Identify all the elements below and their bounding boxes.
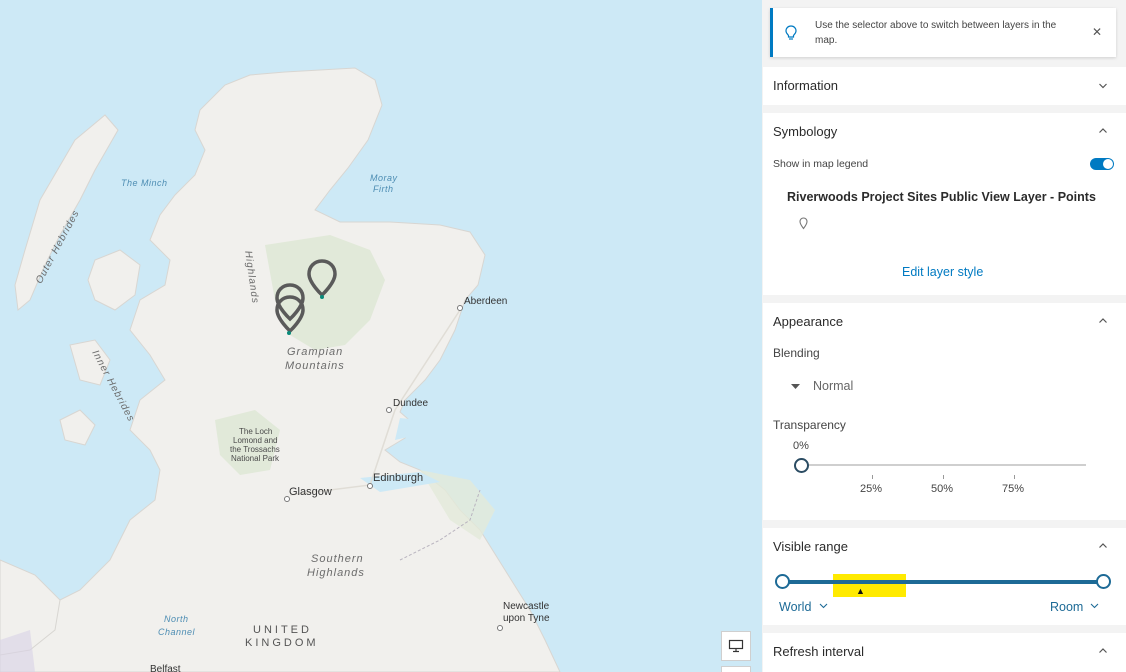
- transparency-value: 0%: [793, 440, 809, 452]
- tip-notice-text: Use the selector above to switch between…: [815, 20, 1057, 46]
- city-label-glasgow: Glasgow: [289, 486, 332, 498]
- water-label-north-channel-2: Channel: [158, 627, 196, 637]
- slider-tick: [872, 475, 873, 479]
- current-scale-highlight: [833, 574, 906, 597]
- city-label-aberdeen: Aberdeen: [464, 296, 508, 307]
- city-dot-newcastle: [497, 625, 503, 631]
- blending-value: Normal: [813, 379, 854, 393]
- water-label-moray-2: Firth: [373, 184, 394, 194]
- chevron-down-icon[interactable]: [1098, 81, 1108, 91]
- range-min-select[interactable]: World: [779, 600, 839, 618]
- transparency-slider-thumb[interactable]: [794, 458, 809, 473]
- section-refresh-interval: Refresh interval: [763, 633, 1126, 672]
- blending-label: Blending: [773, 346, 820, 360]
- city-label-edinburgh: Edinburgh: [373, 472, 424, 484]
- region-label-grampian-2: Mountains: [285, 360, 345, 372]
- point-symbol-icon: [799, 217, 808, 230]
- chevron-up-icon[interactable]: [1098, 541, 1108, 551]
- slider-tick: [943, 475, 944, 479]
- city-label-newcastle-1: Newcastle: [503, 601, 550, 612]
- chevron-down-icon: [1090, 603, 1099, 609]
- close-icon[interactable]: ✕: [1092, 26, 1102, 38]
- map-marker-pin[interactable]: [307, 259, 337, 299]
- map-extra-button[interactable]: [721, 666, 751, 672]
- chevron-up-icon[interactable]: [1098, 646, 1108, 656]
- transparency-label: Transparency: [773, 418, 846, 432]
- park-label-4: National Park: [231, 454, 280, 463]
- range-max-thumb[interactable]: [1096, 574, 1111, 589]
- current-scale-indicator-icon: ▲: [856, 586, 865, 596]
- monitor-icon: [728, 639, 744, 653]
- park-label-1: The Loch: [239, 427, 273, 436]
- section-information[interactable]: Information: [763, 67, 1126, 105]
- range-min-label: World: [779, 600, 812, 614]
- park-label-3: the Trossachs: [230, 445, 280, 454]
- edit-layer-style-link[interactable]: Edit layer style: [902, 265, 983, 279]
- layer-title: Riverwoods Project Sites Public View Lay…: [787, 190, 1096, 204]
- range-max-select[interactable]: Room: [1050, 600, 1110, 618]
- caret-down-icon: [791, 384, 800, 389]
- city-label-newcastle-2: upon Tyne: [503, 613, 550, 624]
- region-label-grampian-1: Grampian: [287, 346, 344, 358]
- section-title-appearance: Appearance: [773, 314, 844, 329]
- blending-select[interactable]: Normal: [789, 378, 909, 396]
- city-dot-dundee: [386, 407, 392, 413]
- transparency-slider-track[interactable]: [801, 464, 1086, 466]
- map-screen-button[interactable]: [721, 631, 751, 661]
- section-title-visible-range: Visible range: [773, 539, 848, 554]
- water-label-north-channel-1: North: [164, 614, 189, 624]
- tick-label-25: 25%: [860, 483, 883, 495]
- visible-range-track[interactable]: [782, 580, 1104, 584]
- city-label-belfast: Belfast: [150, 664, 181, 672]
- range-max-label: Room: [1050, 600, 1084, 614]
- map-view[interactable]: The Minch Moray Firth North Channel Oute…: [0, 0, 762, 672]
- country-label-united: UNITED: [253, 624, 312, 636]
- show-legend-toggle[interactable]: [1090, 158, 1114, 170]
- region-label-southern-2: Highlands: [307, 567, 365, 579]
- chevron-up-icon[interactable]: [1098, 316, 1108, 326]
- tick-label-50: 50%: [931, 483, 954, 495]
- map-basemap: [0, 67, 561, 672]
- park-label-2: Lomond and: [233, 436, 278, 445]
- map-marker-pin[interactable]: [275, 295, 305, 335]
- slider-tick: [1014, 475, 1015, 479]
- water-label-the-minch: The Minch: [121, 178, 168, 188]
- section-title-symbology: Symbology: [773, 124, 838, 139]
- country-label-kingdom: KINGDOM: [245, 637, 319, 649]
- city-dot-aberdeen: [457, 305, 463, 311]
- chevron-up-icon[interactable]: [1098, 126, 1108, 136]
- range-min-thumb[interactable]: [775, 574, 790, 589]
- region-label-southern-1: Southern: [311, 553, 364, 565]
- tick-label-75: 75%: [1002, 483, 1025, 495]
- layer-properties-panel: Use the selector above to switch between…: [763, 0, 1126, 672]
- section-title-refresh-interval: Refresh interval: [773, 644, 865, 659]
- lightbulb-icon: [785, 25, 797, 40]
- section-title-information: Information: [773, 78, 839, 93]
- city-label-dundee: Dundee: [393, 398, 429, 409]
- tip-notice: Use the selector above to switch between…: [770, 8, 1116, 57]
- show-legend-label: Show in map legend: [773, 158, 869, 170]
- chevron-down-icon: [819, 603, 828, 609]
